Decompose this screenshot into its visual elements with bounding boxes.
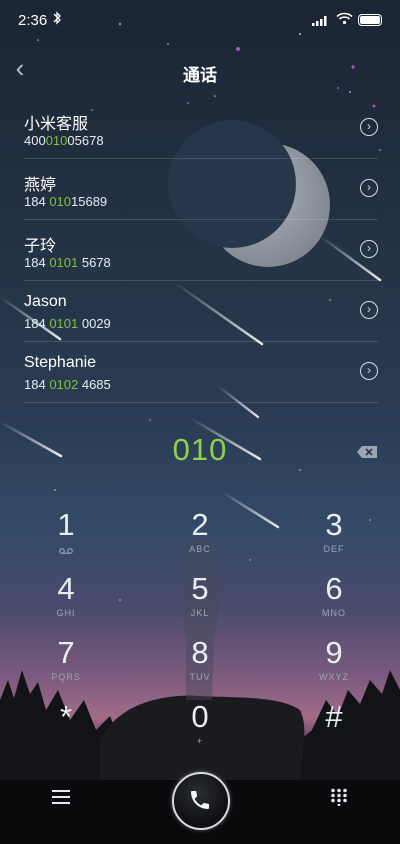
contact-name: 燕婷 xyxy=(24,177,57,194)
list-item[interactable]: 燕婷 184 01015689 › xyxy=(24,159,378,220)
wifi-icon xyxy=(336,12,353,30)
call-button[interactable] xyxy=(172,772,230,830)
bluetooth-icon xyxy=(52,11,62,28)
chevron-right-icon[interactable]: › xyxy=(360,301,378,319)
key-3[interactable]: 3 DEF xyxy=(279,508,389,566)
contact-name: 子玲 xyxy=(24,238,57,255)
contact-number: 40001005678 xyxy=(24,133,104,148)
chevron-right-icon[interactable]: › xyxy=(360,118,378,136)
contact-list: 小米客服 40001005678 › 燕婷 184 01015689 › 子玲 … xyxy=(24,98,378,403)
key-5[interactable]: 5 JKL xyxy=(145,572,255,630)
key-6[interactable]: 6 MNO xyxy=(279,572,389,630)
contact-number: 184 0101 5678 xyxy=(24,255,111,270)
key-2[interactable]: 2 ABC xyxy=(145,508,255,566)
key-8[interactable]: 8 TUV xyxy=(145,636,255,694)
list-item[interactable]: Stephanie 184 0102 4685 › xyxy=(24,342,378,403)
key-4[interactable]: 4 GHI xyxy=(11,572,121,630)
chevron-right-icon[interactable]: › xyxy=(360,240,378,258)
contact-name: Stephanie xyxy=(24,354,97,371)
key-1[interactable]: 1 xyxy=(11,508,121,566)
key-star[interactable]: * xyxy=(11,700,121,758)
key-7[interactable]: 7 PQRS xyxy=(11,636,121,694)
key-0[interactable]: 0 + xyxy=(145,700,255,758)
list-item[interactable]: Jason 184 0101 0029 › xyxy=(24,281,378,342)
menu-icon[interactable] xyxy=(52,790,70,804)
dialpad-icon[interactable] xyxy=(330,788,348,807)
battery-icon xyxy=(358,14,382,26)
voicemail-icon xyxy=(59,546,73,554)
contact-number: 184 0101 0029 xyxy=(24,316,111,331)
chevron-right-icon[interactable]: › xyxy=(360,179,378,197)
chevron-right-icon[interactable]: › xyxy=(360,362,378,380)
key-9[interactable]: 9 WXYZ xyxy=(279,636,389,694)
backspace-icon[interactable] xyxy=(356,445,378,459)
status-bar: 2:36 xyxy=(0,0,400,42)
bottom-bar xyxy=(0,770,400,844)
list-item[interactable]: 小米客服 40001005678 › xyxy=(24,98,378,159)
contact-number: 184 0102 4685 xyxy=(24,377,111,392)
header: ‹ 通话 xyxy=(0,50,400,90)
contact-name: 小米客服 xyxy=(24,116,89,133)
status-time: 2:36 xyxy=(18,12,48,29)
list-item[interactable]: 子玲 184 0101 5678 › xyxy=(24,220,378,281)
contact-number: 184 01015689 xyxy=(24,194,108,209)
page-title: 通话 xyxy=(183,66,217,85)
signal-icon xyxy=(312,13,330,31)
phone-icon xyxy=(191,791,209,809)
key-hash[interactable]: # xyxy=(279,700,389,758)
contact-name: Jason xyxy=(24,293,67,310)
dialed-number: 010 xyxy=(172,432,228,467)
